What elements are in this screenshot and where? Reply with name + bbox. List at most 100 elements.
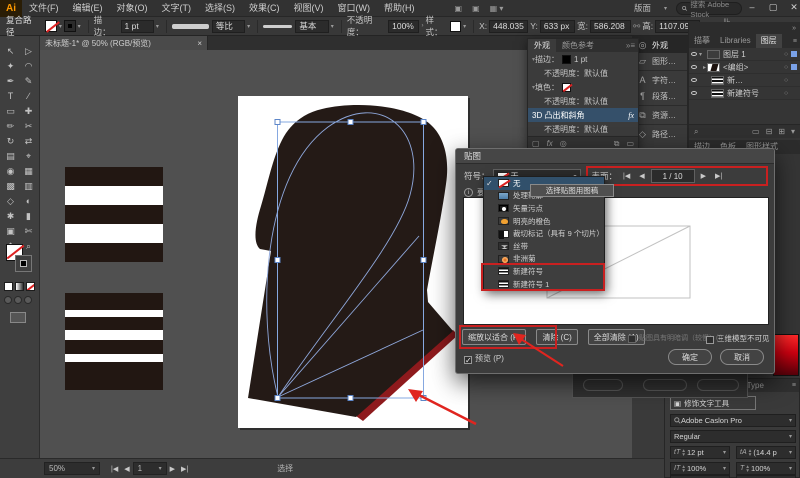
appearance-row-opacity3[interactable]: 不透明度：默认值 xyxy=(528,122,638,136)
magic-wand-tool[interactable]: ✦ xyxy=(4,59,18,74)
arrange-documents-icon[interactable]: ▣ xyxy=(450,4,468,13)
font-size-input[interactable]: tT ▴ ▾ 12 pt ▾ xyxy=(670,446,730,459)
document-layout-icon[interactable]: ▣ xyxy=(467,4,485,13)
curvature-tool[interactable]: ✎ xyxy=(22,74,36,89)
maximize-button[interactable]: ▢ xyxy=(763,0,783,15)
symbol-sprayer-tool[interactable]: ✱ xyxy=(4,209,18,224)
shape-builder-tool[interactable]: ◉ xyxy=(4,164,18,179)
brush-definition-select[interactable]: 基本 xyxy=(295,19,329,33)
visibility-eye-icon[interactable] xyxy=(689,78,699,82)
opacity-input[interactable]: 100% xyxy=(388,19,420,33)
leading-input[interactable]: tA ▴ ▾ (14.4 p ▾ xyxy=(736,446,796,459)
appearance-row-stroke[interactable]: ▾ 描边： 1 pt xyxy=(528,52,638,66)
none-mode-icon[interactable] xyxy=(26,282,35,291)
vertical-scale-input[interactable]: IT ▴ ▾ 100% ▾ xyxy=(670,462,730,475)
make-mask-icon[interactable]: ▭ xyxy=(752,127,760,136)
menu-view[interactable]: 视图(V) xyxy=(287,0,331,17)
workspace-switcher[interactable]: 版面 xyxy=(634,2,651,14)
draw-behind-icon[interactable] xyxy=(14,296,22,304)
mesh-tool[interactable]: ▩ xyxy=(4,179,18,194)
tab-close-icon[interactable]: × xyxy=(197,39,202,48)
appearance-row-3d-effect[interactable]: 3D 凸出和斜角 fx xyxy=(528,108,638,122)
expand-arrow-icon[interactable]: ▾ xyxy=(699,51,707,58)
delete-item-icon[interactable]: ▭ xyxy=(626,139,634,148)
scissors-tool[interactable]: ✂ xyxy=(22,119,36,134)
stock-search-input[interactable]: 搜索 Adobe Stock xyxy=(676,0,742,19)
gradient-tool[interactable]: ▥ xyxy=(22,179,36,194)
direct-selection-tool[interactable]: ▷ xyxy=(22,44,36,59)
symbol-option-4[interactable]: 裁切标记（具有 9 个切片） xyxy=(484,227,604,240)
prev-surface-icon[interactable]: ◀ xyxy=(636,172,647,180)
app-bar-grid-icon[interactable]: ▦ ▾ xyxy=(485,4,509,13)
panel-menu-icon[interactable]: »≡ xyxy=(626,41,638,50)
menu-type[interactable]: 文字(T) xyxy=(155,0,199,17)
tab-appearance[interactable]: 外观 xyxy=(528,39,556,52)
new-sublayer-icon[interactable]: ⊟ xyxy=(766,127,773,136)
screen-mode-icon[interactable] xyxy=(10,312,26,323)
next-artboard-icon[interactable]: ▶ xyxy=(167,465,178,473)
fill-color-swatch[interactable] xyxy=(45,20,57,32)
target-circle-icon[interactable]: ○ xyxy=(784,90,788,97)
visibility-eye-icon[interactable] xyxy=(689,91,699,95)
symbol-option-5[interactable]: 丝带 xyxy=(484,240,604,253)
draw-normal-icon[interactable] xyxy=(4,296,12,304)
layer-row-group[interactable]: ▸ <编组> ○ xyxy=(689,61,800,74)
visibility-eye-icon[interactable] xyxy=(689,65,699,69)
target-circle-icon[interactable]: ○ xyxy=(784,64,788,71)
appearance-row-opacity2[interactable]: 不透明度：默认值 xyxy=(528,94,638,108)
tab-color-guide[interactable]: 颜色参考 xyxy=(556,39,600,52)
symbol-option-3[interactable]: 明亮的橙色 xyxy=(484,215,604,228)
layer-row-symbol-b[interactable]: 新建符号 ○ xyxy=(689,87,800,100)
target-circle-icon[interactable]: ○ xyxy=(784,51,788,58)
collapse-dock-icon[interactable]: » xyxy=(792,25,796,32)
document-tab[interactable]: 未标题-1* @ 50% (RGB/预览) × xyxy=(40,36,208,50)
selection-tool[interactable]: ↖ xyxy=(4,44,18,59)
font-style-select[interactable]: Regular ▾ xyxy=(670,430,796,443)
touch-type-tool-button[interactable]: ▣ 修饰文字工具 xyxy=(670,396,756,410)
lasso-tool[interactable]: ◠ xyxy=(22,59,36,74)
character-panel-menu-icon[interactable]: ≡ xyxy=(792,382,799,389)
layers-panel-menu-icon[interactable]: ≡ xyxy=(793,38,800,45)
preview-checkbox[interactable]: ✓ 预览 (P) xyxy=(464,353,504,364)
artboard-nav-select[interactable]: 1 ▾ xyxy=(132,462,167,475)
invisible-geometry-checkbox[interactable]: 三维模型不可见 xyxy=(706,333,770,344)
free-transform-tool[interactable]: ⌖ xyxy=(22,149,36,164)
last-artboard-icon[interactable]: ▶| xyxy=(178,465,191,473)
graph-tool[interactable]: ▮ xyxy=(22,209,36,224)
delete-layer-icon[interactable]: ▾ xyxy=(791,127,795,136)
minimize-button[interactable]: – xyxy=(742,0,762,15)
scale-tool[interactable]: ⇄ xyxy=(22,134,36,149)
y-input[interactable]: 633 px xyxy=(539,19,576,33)
x-input[interactable]: 448.035 xyxy=(489,19,529,33)
dialog-title[interactable]: 贴图 xyxy=(456,149,774,164)
appearance-row-opacity1[interactable]: 不透明度：默认值 xyxy=(528,66,638,80)
next-surface-icon[interactable]: ▶ xyxy=(698,172,709,180)
width-input[interactable]: 586.208 xyxy=(590,19,632,33)
tab-layers[interactable]: 图层 xyxy=(755,34,782,48)
stroke-swatch[interactable] xyxy=(15,255,32,272)
strip-appearance[interactable]: ◎ 外观 xyxy=(633,37,687,53)
stroke-weight-input[interactable]: 1 pt xyxy=(120,19,154,33)
prev-artboard-icon[interactable]: ◀ xyxy=(121,465,132,473)
target-circle-icon[interactable]: ○ xyxy=(784,77,788,84)
symbol-option-new1[interactable]: 新建符号 1 xyxy=(484,278,604,291)
strip-graphic-styles[interactable]: ▱ 图形… xyxy=(633,53,687,69)
rectangle-tool[interactable]: ▭ xyxy=(4,104,18,119)
last-surface-icon[interactable]: ▶| xyxy=(712,172,725,180)
locate-object-icon[interactable]: ⌕ xyxy=(694,127,698,137)
close-button[interactable]: ✕ xyxy=(784,0,800,15)
constrain-proportions-icon[interactable]: ⚯ xyxy=(633,21,640,32)
stripe-artwork-1[interactable] xyxy=(65,167,163,262)
strip-paragraph[interactable]: ¶ 段落… xyxy=(633,88,687,104)
eyedropper-tool[interactable]: ◇ xyxy=(4,194,18,209)
pen-tool[interactable]: ✒ xyxy=(4,74,18,89)
rotate-tool[interactable]: ↻ xyxy=(4,134,18,149)
perspective-grid-tool[interactable]: ▦ xyxy=(22,164,36,179)
strip-character[interactable]: A 字符… xyxy=(633,72,687,88)
first-artboard-icon[interactable]: |◀ xyxy=(108,465,121,473)
font-family-select[interactable]: Adobe Caslon Pro ▾ xyxy=(670,414,796,427)
symbol-option-6[interactable]: 非洲菊 xyxy=(484,253,604,266)
line-tool[interactable]: ∕ xyxy=(22,89,36,104)
strip-asset-export[interactable]: ⧉ 资源… xyxy=(633,107,687,123)
tab-libraries[interactable]: Libraries xyxy=(715,34,756,48)
